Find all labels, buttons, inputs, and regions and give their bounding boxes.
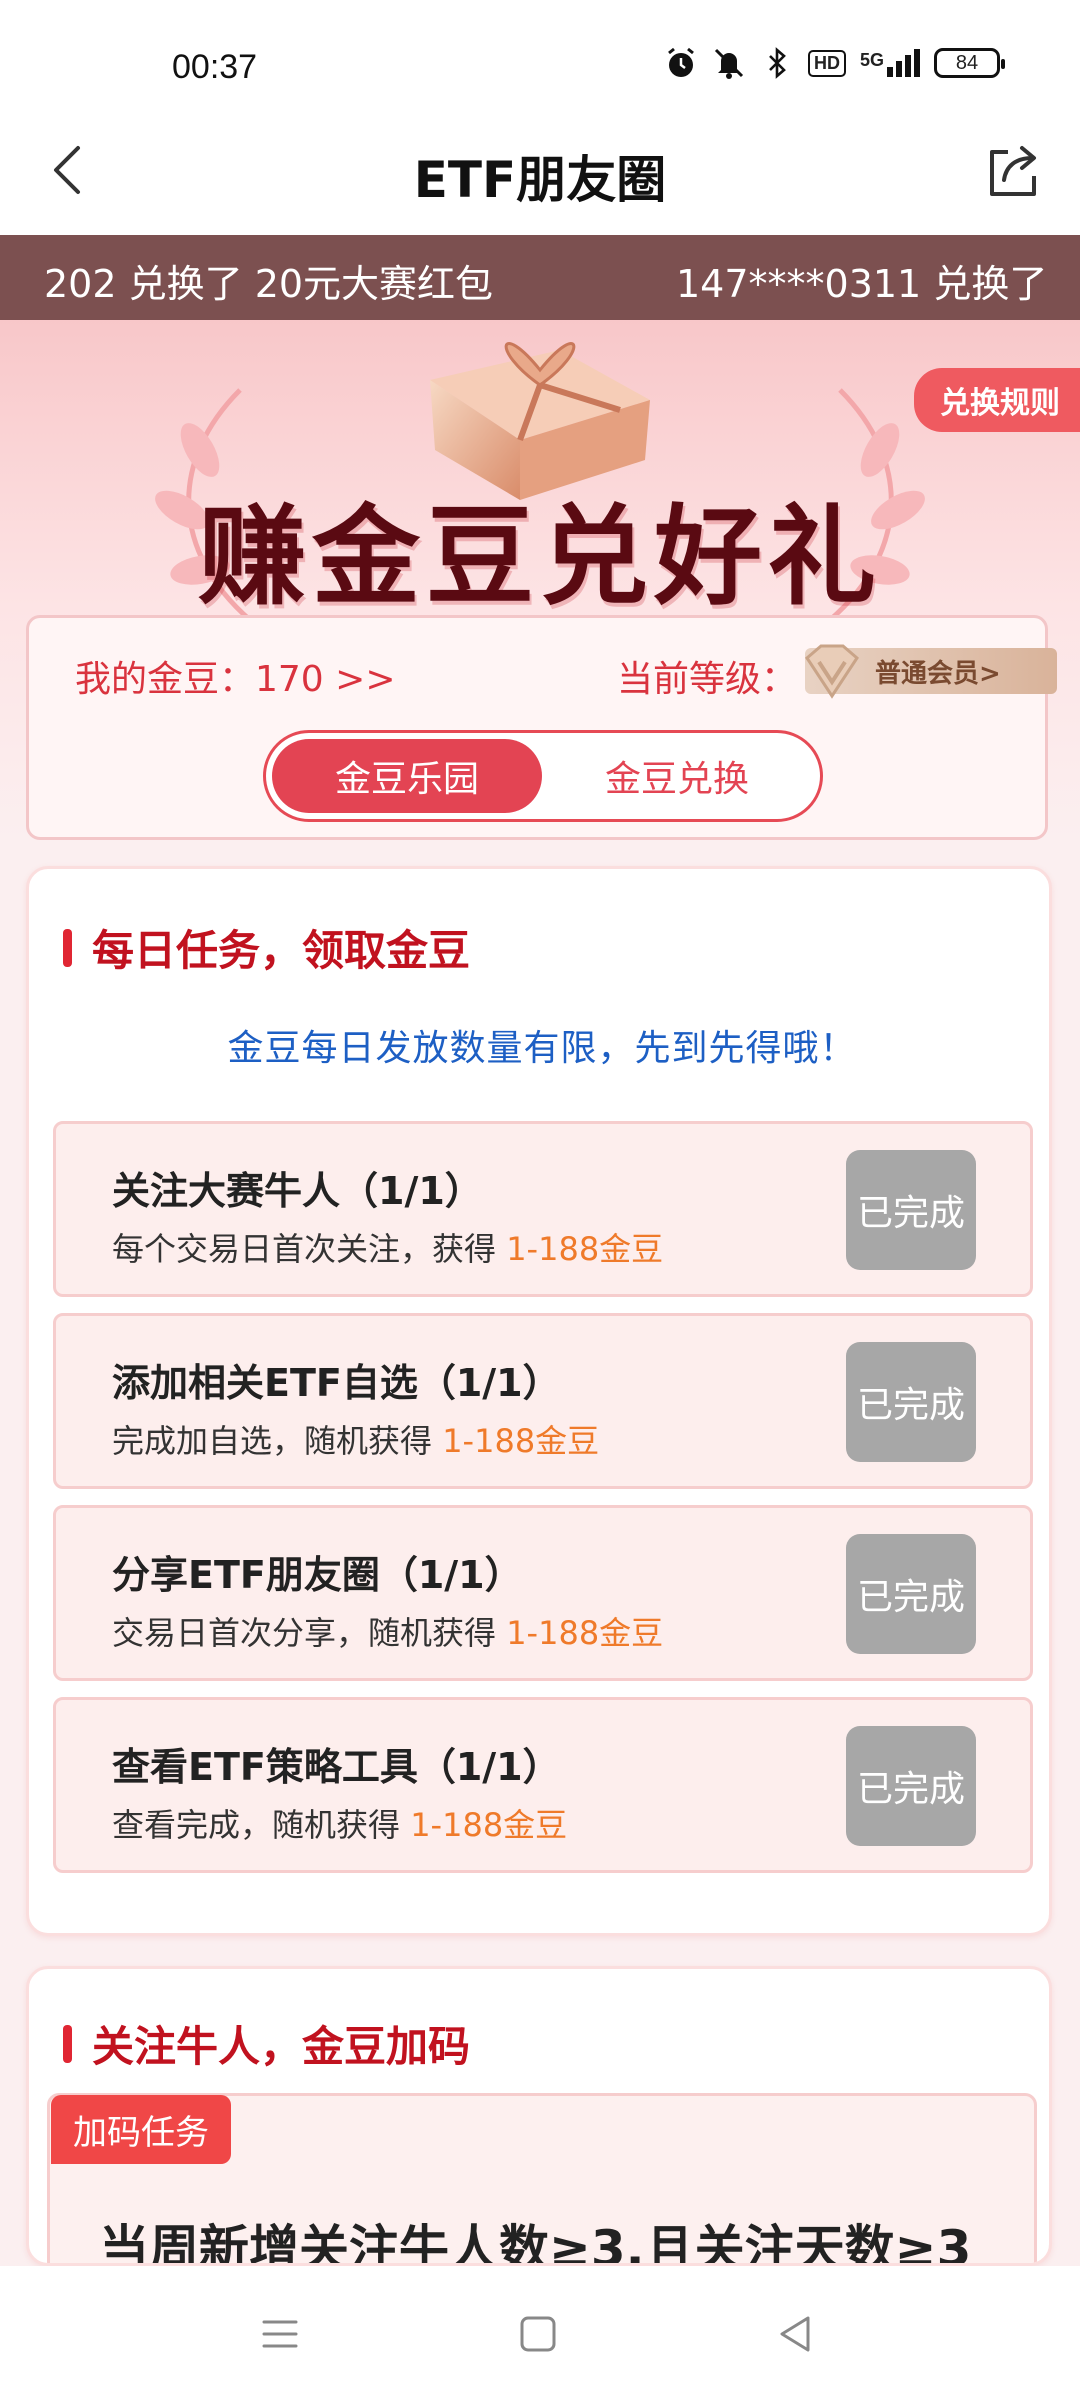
top-nav-bar: ETF朋友圈: [0, 110, 1080, 235]
back-icon[interactable]: [772, 2310, 820, 2358]
task-title: 关注大赛牛人（1/1）: [112, 1169, 483, 1213]
task-desc: 每个交易日首次关注，获得 1-188金豆: [112, 1224, 663, 1270]
task-desc-text: 查看完成，随机获得: [112, 1806, 411, 1844]
alarm-icon: [668, 47, 694, 77]
task-done-button[interactable]: 已完成: [846, 1150, 976, 1270]
menu-icon[interactable]: [256, 2310, 304, 2358]
task-desc: 查看完成，随机获得 1-188金豆: [112, 1800, 567, 1846]
bean-account-card: 我的金豆：170 >> 当前等级： 普通会员> 金豆乐园 金豆兑换: [26, 615, 1057, 840]
ticker-item: 147****0311 兑换了: [676, 262, 1048, 306]
share-icon[interactable]: [982, 140, 1044, 202]
boost-condition: 当周新增关注牛人数≥3,且关注天数≥3: [99, 2220, 972, 2266]
tab-bean-park[interactable]: 金豆乐园: [272, 739, 542, 813]
follow-boost-section: 关注牛人，金豆加码 加码任务 当周新增关注牛人数≥3,且关注天数≥3: [26, 1966, 1052, 2266]
daily-tasks-section: 每日任务，领取金豆 金豆每日发放数量有限，先到先得哦！ 关注大赛牛人（1/1） …: [26, 866, 1052, 1936]
page-title: ETF朋友圈: [413, 151, 667, 209]
exchange-rules-button[interactable]: 兑换规则: [914, 368, 1080, 432]
task-desc-text: 完成加自选，随机获得: [112, 1422, 443, 1460]
follow-title: 关注牛人，金豆加码: [92, 2022, 471, 2071]
level-label: 当前等级：: [617, 659, 798, 700]
task-desc: 完成加自选，随机获得 1-188金豆: [112, 1416, 599, 1462]
task-title: 分享ETF朋友圈（1/1）: [112, 1553, 523, 1597]
task-card: 添加相关ETF自选（1/1） 完成加自选，随机获得 1-188金豆 已完成: [53, 1313, 1033, 1489]
diamond-icon: [805, 644, 859, 699]
task-done-button[interactable]: 已完成: [846, 1342, 976, 1462]
daily-title: 每日任务，领取金豆: [92, 926, 471, 975]
section-marker: [63, 2024, 72, 2063]
status-icons: HD 5G 84: [664, 46, 1005, 80]
task-card: 分享ETF朋友圈（1/1） 交易日首次分享，随机获得 1-188金豆 已完成: [53, 1505, 1033, 1681]
member-level-label: 普通会员>: [875, 658, 1001, 689]
hd-icon: HD: [807, 49, 846, 77]
signal-5g-icon: 5G: [860, 49, 920, 77]
battery-icon: 84: [934, 48, 1005, 78]
network-label: 5G: [859, 50, 884, 70]
task-reward: 1-188金豆: [442, 1422, 600, 1460]
notice-text: 金豆每日发放数量有限，先到先得哦！: [227, 1028, 857, 1069]
hero-title: 赚金豆兑好礼: [197, 495, 882, 620]
system-nav-bar: [0, 2266, 1080, 2400]
task-reward: 1-188金豆: [410, 1806, 568, 1844]
task-done-button[interactable]: 已完成: [846, 1534, 976, 1654]
section-marker: [63, 928, 72, 967]
task-desc-text: 交易日首次分享，随机获得: [112, 1614, 507, 1652]
mute-icon: [714, 48, 744, 79]
tab-bean-exchange[interactable]: 金豆兑换: [542, 739, 812, 813]
task-card: 查看ETF策略工具（1/1） 查看完成，随机获得 1-188金豆 已完成: [53, 1697, 1033, 1873]
task-reward: 1-188金豆: [506, 1614, 664, 1652]
task-desc-text: 每个交易日首次关注，获得: [112, 1230, 507, 1268]
bluetooth-icon: [769, 47, 786, 79]
task-done-button[interactable]: 已完成: [846, 1726, 976, 1846]
task-desc: 交易日首次分享，随机获得 1-188金豆: [112, 1608, 663, 1654]
member-level-badge[interactable]: 普通会员>: [805, 644, 1057, 699]
task-reward: 1-188金豆: [506, 1230, 664, 1268]
home-icon[interactable]: [514, 2310, 562, 2358]
exchange-ticker: 202 兑换了 20元大赛红包 147****0311 兑换了: [0, 235, 1080, 320]
task-title: 添加相关ETF自选（1/1）: [112, 1361, 561, 1405]
section-title: 每日任务，领取金豆: [63, 917, 470, 978]
status-time: 00:37: [172, 48, 258, 86]
ticker-item: 202 兑换了 20元大赛红包: [44, 262, 494, 306]
boost-task-badge: 加码任务: [51, 2095, 231, 2164]
bean-tabs: 金豆乐园 金豆兑换: [263, 730, 823, 822]
section-title: 关注牛人，金豆加码: [63, 2013, 470, 2074]
task-card: 关注大赛牛人（1/1） 每个交易日首次关注，获得 1-188金豆 已完成: [53, 1121, 1033, 1297]
task-title: 查看ETF策略工具（1/1）: [112, 1745, 561, 1789]
my-beans-link[interactable]: 我的金豆：170 >>: [75, 650, 396, 702]
